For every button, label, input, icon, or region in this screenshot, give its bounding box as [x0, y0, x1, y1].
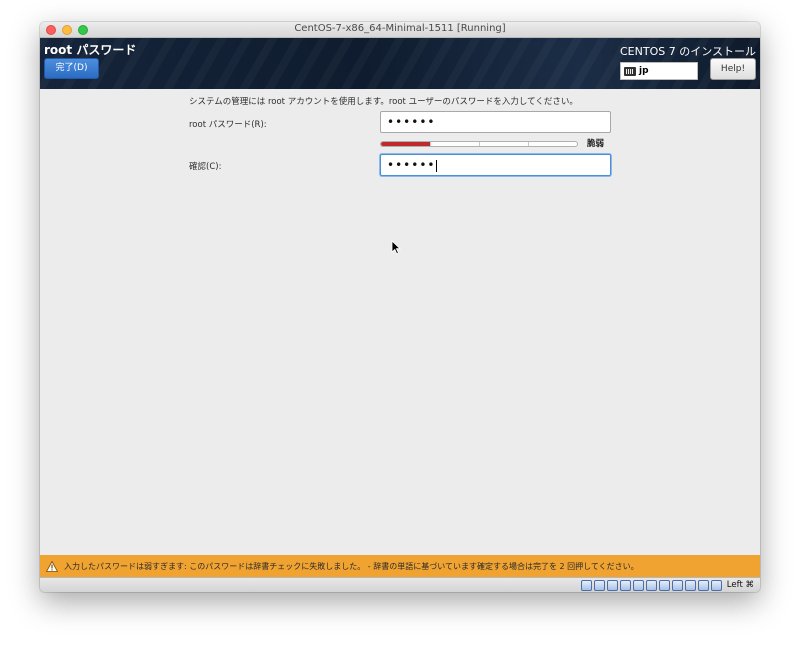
display-icon[interactable] [632, 579, 644, 591]
spoke-title: root パスワード [44, 43, 137, 57]
text-caret [436, 159, 438, 172]
keyboard-layout-indicator[interactable]: jp [620, 62, 698, 80]
mouse-pointer-icon [391, 240, 401, 255]
keyboard-layout-label: jp [639, 66, 649, 76]
password-field[interactable]: •••••• [380, 111, 611, 133]
capture-icon[interactable] [658, 579, 670, 591]
hard-disk-icon[interactable] [580, 579, 592, 591]
virtualbox-window: CentOS-7-x86_64-Minimal-1511 [Running] r… [40, 22, 760, 592]
network-icon[interactable] [645, 579, 657, 591]
confirm-label: 確認(C): [189, 162, 222, 172]
strength-segment-divider [528, 142, 529, 146]
password-label: root パスワード(R): [189, 120, 267, 130]
cpu-icon[interactable] [697, 579, 709, 591]
installer-header: root パスワード 完了(D) CENTOS 7 のインストール jp Hel… [40, 38, 760, 89]
password-strength-label: 脆弱 [587, 139, 605, 149]
product-title: CENTOS 7 のインストール [620, 45, 756, 58]
confirm-field-value: •••••• [387, 158, 436, 172]
usb-icon[interactable] [606, 579, 618, 591]
intro-text: システムの管理には root アカウントを使用します。root ユーザーのパスワ… [189, 97, 578, 107]
warning-bar[interactable]: 入力したパスワードは弱すぎます: このパスワードは辞書チェックに失敗しました。 … [40, 555, 760, 577]
recording-icon[interactable] [671, 579, 683, 591]
shared-folder-icon[interactable] [619, 579, 631, 591]
confirm-password-field[interactable]: •••••• [380, 154, 611, 176]
virtualbox-status-bar: Left ⌘ [40, 577, 760, 592]
optical-drive-icon[interactable] [593, 579, 605, 591]
done-button[interactable]: 完了(D) [44, 58, 99, 79]
strength-segment-divider [479, 142, 480, 146]
password-strength-fill [381, 142, 430, 146]
keyboard-icon [624, 66, 636, 76]
password-spoke-content: システムの管理には root アカウントを使用します。root ユーザーのパスワ… [40, 89, 760, 555]
help-button[interactable]: Help! [710, 58, 756, 80]
mouse-integration-icon[interactable] [684, 579, 696, 591]
host-key-label: Left ⌘ [726, 580, 754, 590]
password-strength-meter [380, 141, 578, 147]
keyboard-capture-icon[interactable] [710, 579, 722, 591]
window-title: CentOS-7-x86_64-Minimal-1511 [Running] [294, 23, 506, 34]
warning-icon [46, 560, 58, 572]
window-titlebar[interactable]: CentOS-7-x86_64-Minimal-1511 [Running] [40, 22, 760, 38]
warning-message: 入力したパスワードは弱すぎます: このパスワードは辞書チェックに失敗しました。 … [64, 561, 639, 571]
strength-segment-divider [430, 142, 431, 146]
password-field-value: •••••• [387, 115, 436, 129]
